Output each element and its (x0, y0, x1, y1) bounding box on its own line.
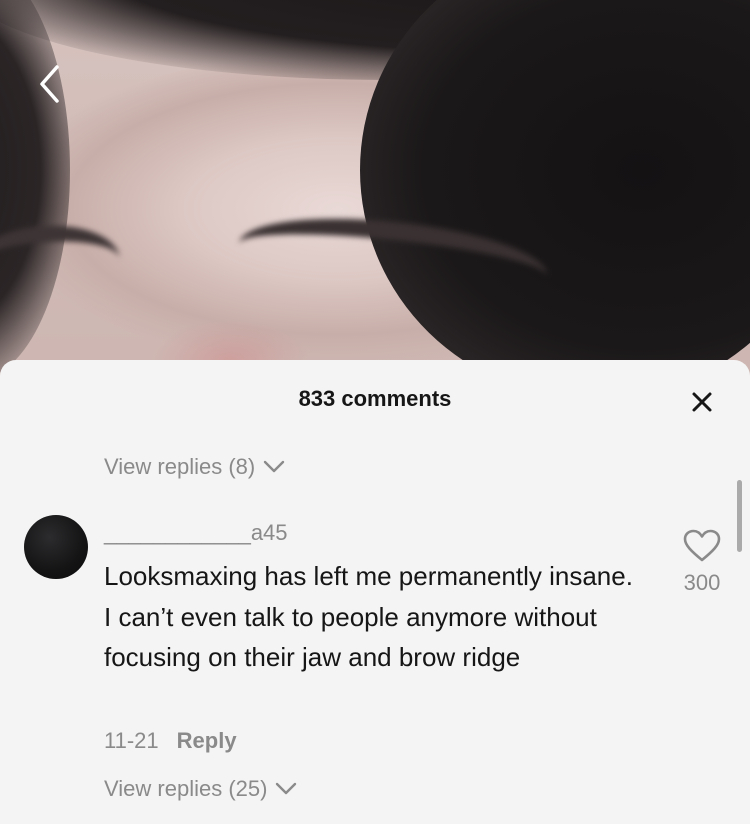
eyebrow-shape (0, 220, 123, 308)
reply-button[interactable]: Reply (177, 728, 237, 754)
sheet-header: 833 comments (0, 360, 750, 440)
chevron-left-icon (40, 65, 59, 103)
like-count: 300 (683, 570, 721, 595)
view-replies-button[interactable]: View replies (8) (104, 454, 285, 480)
hair-shape (360, 0, 750, 380)
close-button[interactable] (688, 388, 716, 416)
back-button[interactable] (30, 64, 70, 104)
comment-meta: 11-21 Reply (104, 728, 237, 754)
view-replies-button[interactable]: View replies (25) (104, 776, 297, 802)
chevron-down-icon (264, 460, 285, 473)
comment-date: 11-21 (104, 728, 159, 753)
close-icon (692, 392, 712, 412)
view-replies-label: View replies (8) (104, 454, 256, 479)
avatar[interactable] (24, 515, 88, 579)
comment-username[interactable]: ____________a45 (104, 520, 288, 546)
heart-icon (683, 529, 721, 562)
chevron-down-icon (276, 782, 297, 795)
like-button[interactable] (680, 528, 724, 564)
comments-sheet: 833 comments View replies (8) __________… (0, 360, 750, 824)
comment-count-title: 833 comments (298, 386, 452, 411)
scrollbar[interactable] (737, 480, 742, 552)
video-background (0, 0, 750, 380)
view-replies-label: View replies (25) (104, 776, 268, 801)
hair-shape (0, 0, 70, 380)
comment-text: Looksmaxing has left me permanently insa… (104, 561, 633, 672)
